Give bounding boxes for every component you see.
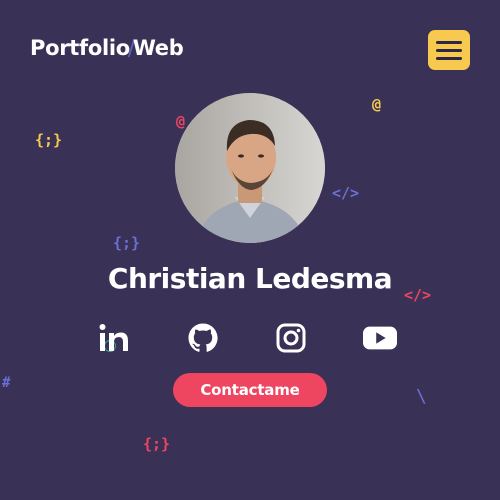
deco-code-tag: </> — [332, 184, 360, 202]
contact-button[interactable]: Contactame — [173, 373, 327, 407]
instagram-icon — [276, 323, 306, 353]
deco-braces: {;} — [143, 435, 171, 453]
linkedin-icon — [99, 324, 128, 351]
github-icon — [188, 323, 218, 352]
profile-name: Christian Ledesma — [107, 262, 393, 295]
deco-at-sign: @ — [176, 112, 186, 130]
deco-backslash: \ — [416, 386, 427, 407]
hamburger-line — [436, 56, 462, 60]
instagram-link[interactable] — [274, 322, 308, 354]
linkedin-link[interactable] — [97, 322, 131, 354]
deco-braces: {;} — [35, 131, 63, 149]
logo-text-portfolio: Portfolio — [30, 36, 130, 60]
profile-photo-illustration — [175, 93, 325, 243]
deco-braces: {;} — [113, 234, 141, 252]
github-link[interactable] — [186, 322, 220, 354]
hamburger-line — [436, 48, 462, 52]
profile-photo — [175, 93, 325, 243]
youtube-link[interactable] — [363, 322, 397, 354]
hamburger-menu-button[interactable] — [428, 30, 470, 70]
hamburger-menu-icon — [436, 40, 462, 44]
deco-hash: # — [2, 375, 11, 391]
deco-at-sign: @ — [372, 95, 382, 113]
logo-text-web: Web — [132, 36, 184, 60]
site-logo[interactable]: Portfolio/Web — [30, 36, 184, 60]
youtube-icon — [363, 326, 397, 350]
